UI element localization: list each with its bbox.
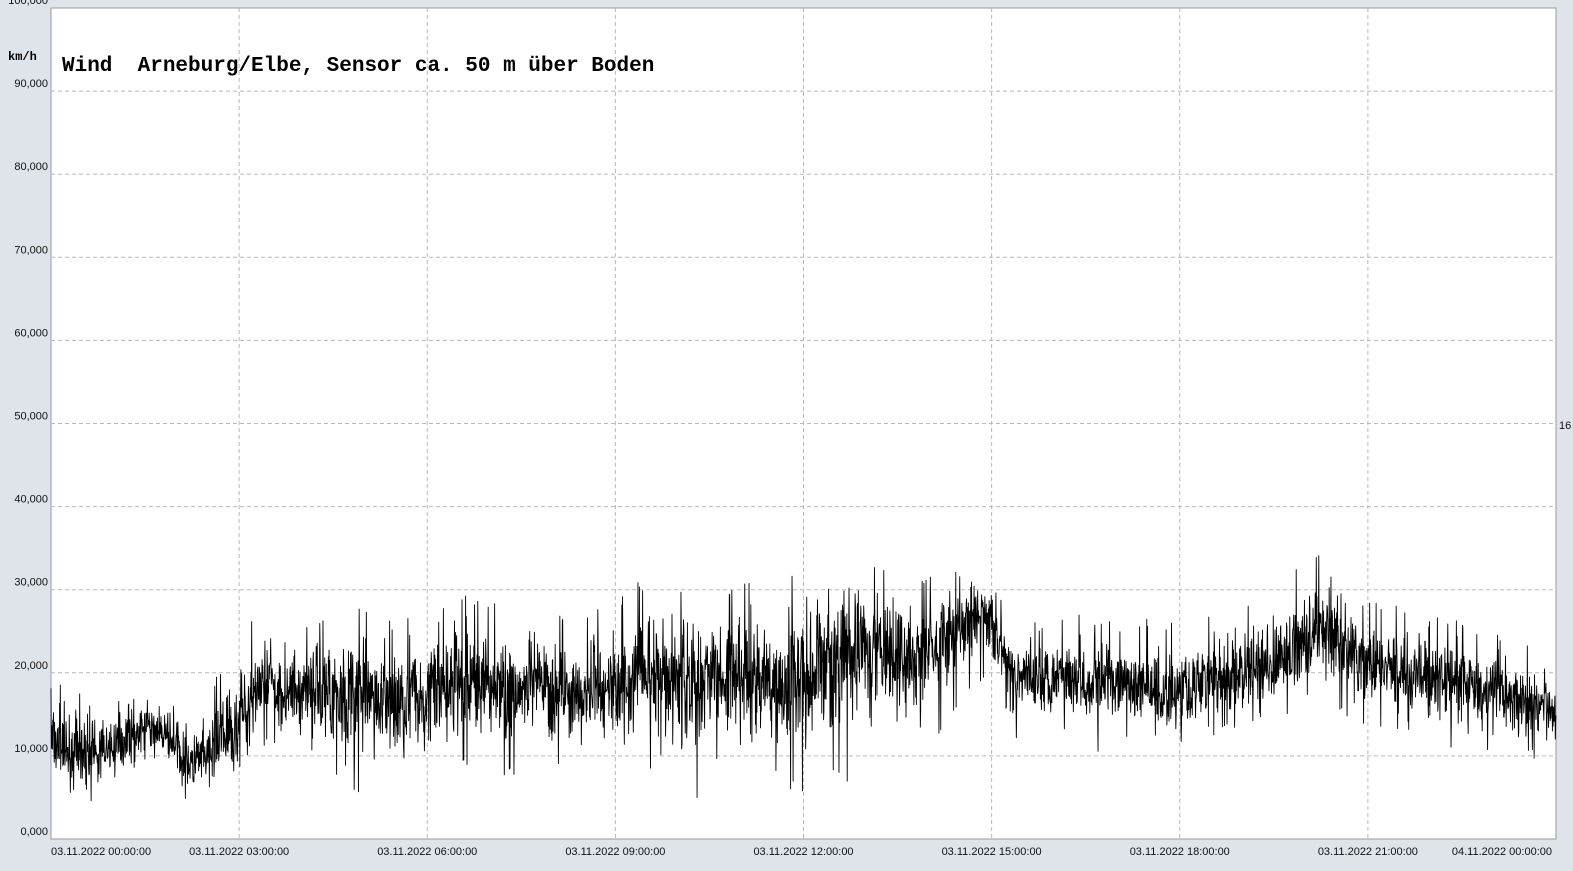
y-tick-label: 30,000: [14, 577, 48, 589]
x-tick-label: 03.11.2022 03:00:00: [189, 846, 289, 858]
wind-chart: 0,000 10,000 20,000 30,000 40,000 50,000 60,00…: [0, 0, 1573, 866]
y-tick-label: 100,000: [8, 0, 48, 7]
x-tick-label: 03.11.2022 18:00:00: [1130, 846, 1230, 858]
chart-title: Wind Arneburg/Elbe, Sensor ca. 50 m über…: [62, 55, 654, 78]
x-tick-label: 04.11.2022 00:00:00: [1452, 846, 1552, 858]
x-tick-label: 03.11.2022 12:00:00: [753, 846, 853, 858]
y-tick-label: 10,000: [14, 743, 48, 755]
x-axis-tick-labels: 03.11.2022 00:00:00 03.11.2022 03:00:00 03…: [51, 846, 1552, 858]
x-tick-label: 03.11.2022 09:00:00: [565, 846, 665, 858]
y-axis-tick-labels: 0,000 10,000 20,000 30,000 40,000 50,000 60,00…: [8, 0, 48, 838]
x-tick-label: 03.11.2022 06:00:00: [377, 846, 477, 858]
y-tick-label: 60,000: [14, 327, 48, 339]
y-tick-label: 80,000: [14, 161, 48, 173]
y-tick-label: 50,000: [14, 411, 48, 423]
x-tick-label: 03.11.2022 00:00:00: [51, 846, 151, 858]
y-tick-label: 90,000: [14, 78, 48, 90]
x-tick-label: 03.11.2022 21:00:00: [1318, 846, 1418, 858]
y-tick-label: 40,000: [14, 494, 48, 506]
y-tick-label: 70,000: [14, 244, 48, 256]
right-edge-label: 16: [1559, 420, 1571, 432]
y-tick-label: 0,000: [20, 826, 48, 838]
y-axis-unit-label: km/h: [8, 50, 37, 64]
y-tick-label: 20,000: [14, 660, 48, 672]
x-tick-label: 03.11.2022 15:00:00: [942, 846, 1042, 858]
chart-svg: 0,000 10,000 20,000 30,000 40,000 50,000 60,00…: [8, 0, 1571, 858]
